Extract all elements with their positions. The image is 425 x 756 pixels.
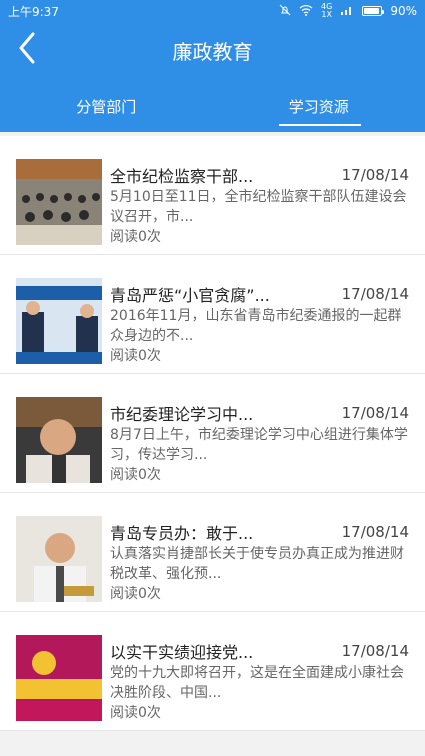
article-title: 以实干实绩迎接党... <box>110 643 254 662</box>
tab-bar: 分管部门 学习资源 <box>0 80 425 132</box>
article-thumbnail <box>16 397 102 483</box>
list-item[interactable]: 以实干实绩迎接党... 17/08/14 党的十九大即将召开，这是在全面建成小康… <box>0 612 425 731</box>
network-type: 4G 1X <box>321 2 332 19</box>
network-1x: 1X <box>321 9 332 19</box>
article-title: 全市纪检监察干部... <box>110 167 254 186</box>
tab-active-indicator <box>278 124 361 126</box>
list-item[interactable]: 青岛严惩“小官贪腐”... 17/08/14 2016年11月，山东省青岛市纪委… <box>0 255 425 374</box>
status-bar: 上午9:37 4G 1X 90% <box>0 0 425 22</box>
article-date: 17/08/14 <box>341 166 409 184</box>
article-summary: 认真落实肖捷部长关于使专员办真正成为推进财税改革、强化预... <box>110 546 404 582</box>
article-date: 17/08/14 <box>341 404 409 422</box>
article-date: 17/08/14 <box>341 642 409 660</box>
article-title: 青岛严惩“小官贪腐”... <box>110 286 270 305</box>
list-item[interactable]: 青岛专员办：敢于... 17/08/14 认真落实肖捷部长关于使专员办真正成为推… <box>0 493 425 612</box>
article-read-count: 阅读0次 <box>110 229 161 245</box>
article-summary: 5月10日至11日，全市纪检监察干部队伍建设会议召开，市... <box>110 189 407 225</box>
article-read-count: 阅读0次 <box>110 467 161 483</box>
article-thumbnail <box>16 278 102 364</box>
article-summary: 2016年11月，山东省青岛市纪委通报的一起群众身边的不... <box>110 308 402 344</box>
article-thumbnail <box>16 635 102 721</box>
article-read-count: 阅读0次 <box>110 705 161 721</box>
article-thumbnail <box>16 159 102 245</box>
tab-learning-resources[interactable]: 学习资源 <box>213 80 425 132</box>
header: 廉政教育 <box>0 22 425 80</box>
mute-icon <box>279 4 291 19</box>
tab-label: 分管部门 <box>76 97 137 116</box>
status-time: 上午9:37 <box>8 4 59 19</box>
signal-icon <box>340 4 354 19</box>
article-date: 17/08/14 <box>341 523 409 541</box>
article-summary: 党的十九大即将召开，这是在全面建成小康社会决胜阶段、中国... <box>110 665 404 701</box>
battery-fill <box>364 8 379 14</box>
list-item[interactable]: 市纪委理论学习中... 17/08/14 8月7日上午，市纪委理论学习中心组进行… <box>0 374 425 493</box>
list-item[interactable]: 全市纪检监察干部... 17/08/14 5月10日至11日，全市纪检监察干部队… <box>0 136 425 255</box>
battery-percent: 90% <box>390 4 417 18</box>
article-summary: 8月7日上午，市纪委理论学习中心组进行集体学习，传达学习... <box>110 427 408 463</box>
article-read-count: 阅读0次 <box>110 348 161 364</box>
article-list: 全市纪检监察干部... 17/08/14 5月10日至11日，全市纪检监察干部队… <box>0 136 425 731</box>
article-title: 青岛专员办：敢于... <box>110 524 254 543</box>
article-read-count: 阅读0次 <box>110 586 161 602</box>
tab-label: 学习资源 <box>288 97 349 116</box>
status-icons: 4G 1X 90% <box>279 2 417 19</box>
battery-icon <box>362 6 385 16</box>
article-thumbnail <box>16 516 102 602</box>
article-date: 17/08/14 <box>341 285 409 303</box>
page-title: 廉政教育 <box>172 40 253 64</box>
wifi-icon <box>299 4 313 19</box>
tab-departments[interactable]: 分管部门 <box>0 80 213 132</box>
article-title: 市纪委理论学习中... <box>110 405 254 424</box>
